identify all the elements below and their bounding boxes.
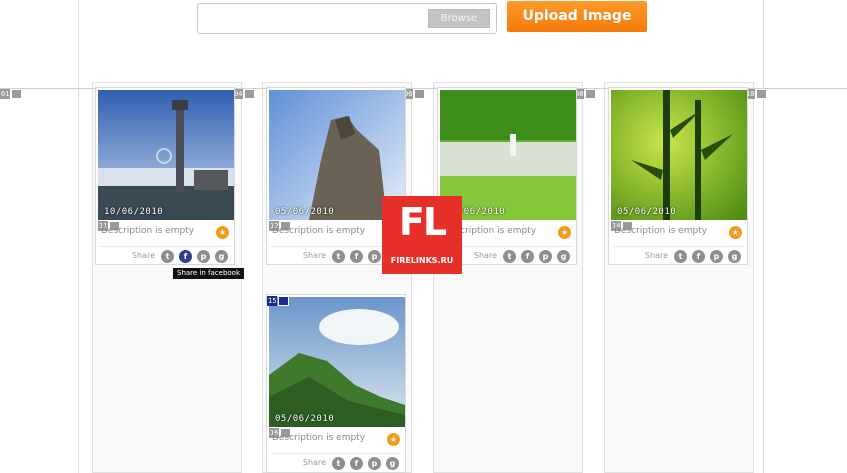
twitter-icon[interactable]: t <box>332 250 345 263</box>
google-icon[interactable]: g <box>557 250 570 263</box>
google-icon[interactable]: g <box>386 457 399 470</box>
photo-caption: Description is empty <box>272 433 366 443</box>
share-tooltip: Share in facebook <box>173 268 245 279</box>
favorite-star-icon[interactable]: ★ <box>387 433 400 446</box>
photo-date: 05/06/2010 <box>617 207 677 217</box>
watermark-logo: FL FIRELINKS.RU <box>382 196 462 274</box>
guide-tag: 06 <box>403 89 426 99</box>
guide-tag: 08 <box>574 89 597 99</box>
photo-date: 05/06/2010 <box>275 414 335 424</box>
photo-date: 10/06/2010 <box>104 207 164 217</box>
photo-caption: Description is empty <box>272 226 366 236</box>
share-label: Share <box>131 251 155 260</box>
pinterest-icon[interactable]: p <box>710 250 723 263</box>
twitter-icon[interactable]: t <box>161 250 174 263</box>
upload-image-button[interactable]: Upload Image <box>507 1 647 32</box>
watermark-text: FIRELINKS.RU <box>390 256 454 265</box>
facebook-icon[interactable]: f <box>350 250 363 263</box>
guide-tag: 01 <box>0 89 23 99</box>
facebook-icon[interactable]: f <box>179 250 192 263</box>
card-tag: 15 <box>267 296 290 306</box>
photo-thumbnail[interactable]: 10/06/2010 <box>98 90 234 220</box>
photo-date: 05/06/2010 <box>275 207 335 217</box>
twitter-icon[interactable]: t <box>674 250 687 263</box>
share-row: Share t f p g <box>270 453 402 471</box>
guide-tag: 10 <box>745 89 768 99</box>
favorite-star-icon[interactable]: ★ <box>558 226 571 239</box>
photo-thumbnail[interactable]: 05/06/2010 <box>611 90 747 220</box>
share-label: Share <box>302 458 326 467</box>
photo-caption: Description is empty <box>101 226 195 236</box>
pinterest-icon[interactable]: p <box>197 250 210 263</box>
page-border-right <box>763 0 764 473</box>
google-icon[interactable]: g <box>215 250 228 263</box>
facebook-icon[interactable]: f <box>692 250 705 263</box>
photo-card: 05/06/2010 14 Description is empty ★ Sha… <box>608 87 748 265</box>
share-label: Share <box>302 251 326 260</box>
google-icon[interactable]: g <box>728 250 741 263</box>
guide-tag: 04 <box>233 89 256 99</box>
browse-button[interactable]: Browse <box>428 9 490 28</box>
share-label: Share <box>644 251 668 260</box>
facebook-icon[interactable]: f <box>521 250 534 263</box>
share-label: Share <box>473 251 497 260</box>
favorite-star-icon[interactable]: ★ <box>216 226 229 239</box>
photo-thumbnail[interactable]: 05/06/2010 <box>269 297 405 427</box>
photo-card: 15 05/06/2010 16 Description is empty ★ … <box>266 294 406 473</box>
facebook-icon[interactable]: f <box>350 457 363 470</box>
twitter-icon[interactable]: t <box>503 250 516 263</box>
watermark-letters: FL <box>398 200 447 244</box>
favorite-star-icon[interactable]: ★ <box>729 226 742 239</box>
twitter-icon[interactable]: t <box>332 457 345 470</box>
zoom-icon[interactable] <box>156 148 172 164</box>
share-row: Share t f p g <box>99 246 231 264</box>
photo-caption: Description is empty <box>614 226 708 236</box>
photo-card: 10/06/2010 11 Description is empty ★ Sha… <box>95 87 235 265</box>
share-row: Share t f p g <box>612 246 744 264</box>
gallery-page: Browse Upload Image 01 03 04 05 06 07 08… <box>0 0 847 473</box>
file-path-input[interactable]: Browse <box>197 3 497 34</box>
page-border-left <box>78 0 79 473</box>
pinterest-icon[interactable]: p <box>368 250 381 263</box>
pinterest-icon[interactable]: p <box>368 457 381 470</box>
pinterest-icon[interactable]: p <box>539 250 552 263</box>
